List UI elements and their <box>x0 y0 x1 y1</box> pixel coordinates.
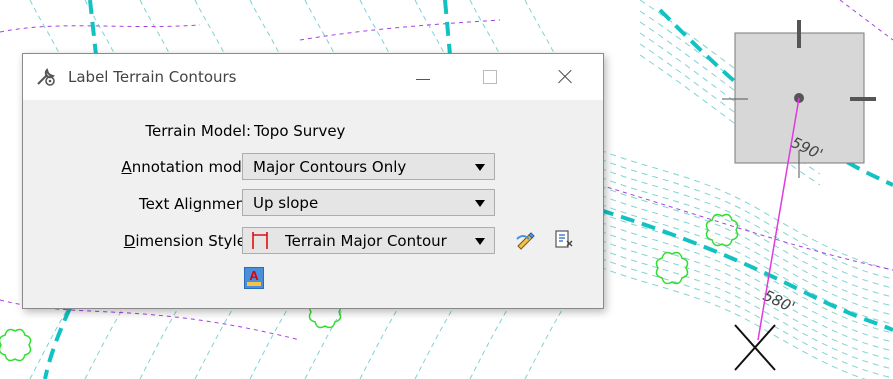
minor-contour-line <box>469 304 511 379</box>
minor-contour-line <box>304 0 336 56</box>
minor-contour-line <box>139 0 171 56</box>
text-alignment-value: Up slope <box>253 194 319 212</box>
minor-contour-line <box>414 304 456 379</box>
dialog-title: Label Terrain Contours <box>68 68 237 86</box>
major-contour-line <box>443 0 452 56</box>
chevron-down-icon <box>475 164 485 171</box>
tree-icon <box>655 251 689 285</box>
minor-contour-line <box>194 0 226 56</box>
minor-contour-line <box>414 0 446 56</box>
minor-contour-line <box>524 0 556 56</box>
major-contour-line <box>88 0 98 56</box>
minor-contour-line <box>599 248 893 370</box>
annotation-mode-label: Annotation mode <box>121 158 251 176</box>
dimension-bracket-icon <box>252 232 268 249</box>
chevron-down-icon <box>475 238 485 245</box>
text-style-button[interactable]: A <box>244 267 264 289</box>
dialog-titlebar[interactable]: Label Terrain Contours <box>23 54 603 100</box>
text-alignment-label: Text Alignment <box>139 195 251 213</box>
minor-contour-line <box>139 304 181 379</box>
minor-contour-line <box>599 230 893 352</box>
tree-icon <box>705 213 739 247</box>
minor-contour-line <box>84 304 126 379</box>
minor-contour-line <box>359 0 391 56</box>
label-terrain-contours-dialog: Label Terrain Contours Terrain Model: To… <box>22 53 604 309</box>
text-style-underline-icon <box>247 282 261 286</box>
dimension-style-value: Terrain Major Contour <box>285 232 447 250</box>
minor-contour-line <box>249 304 291 379</box>
minor-contour-line <box>304 304 346 379</box>
dimension-style-dropdown[interactable]: Terrain Major Contour <box>242 227 495 254</box>
minor-contour-line <box>249 0 281 56</box>
annotation-mode-dropdown[interactable]: Major Contours Only <box>242 153 495 180</box>
secondary-line <box>299 19 501 41</box>
minor-contour-line <box>469 0 501 56</box>
minor-contour-line <box>599 239 893 361</box>
dimension-style-label: Dimension Style: <box>123 232 251 250</box>
cursor-x-icon <box>734 324 776 371</box>
minimize-button[interactable] <box>399 54 445 100</box>
secondary-line <box>0 24 201 33</box>
annotation-mode-value: Major Contours Only <box>253 158 407 176</box>
settings-wrench-icon <box>37 68 55 86</box>
text-alignment-dropdown[interactable]: Up slope <box>242 189 495 216</box>
close-button[interactable] <box>543 54 589 100</box>
maximize-button[interactable] <box>467 54 513 100</box>
minor-contour-line <box>359 304 401 379</box>
minor-contour-line <box>194 304 236 379</box>
chevron-down-icon <box>475 200 485 207</box>
terrain-model-value: Topo Survey <box>254 122 346 140</box>
terrain-model-label: Terrain Model: <box>145 122 251 140</box>
minor-contour-line <box>29 304 71 379</box>
text-style-letter: A <box>249 268 259 283</box>
minor-contour-line <box>524 304 566 379</box>
tree-icon <box>0 328 32 362</box>
pencil-edit-icon[interactable] <box>515 229 537 251</box>
document-style-icon[interactable] <box>553 229 575 251</box>
minor-contour-line <box>599 257 893 379</box>
